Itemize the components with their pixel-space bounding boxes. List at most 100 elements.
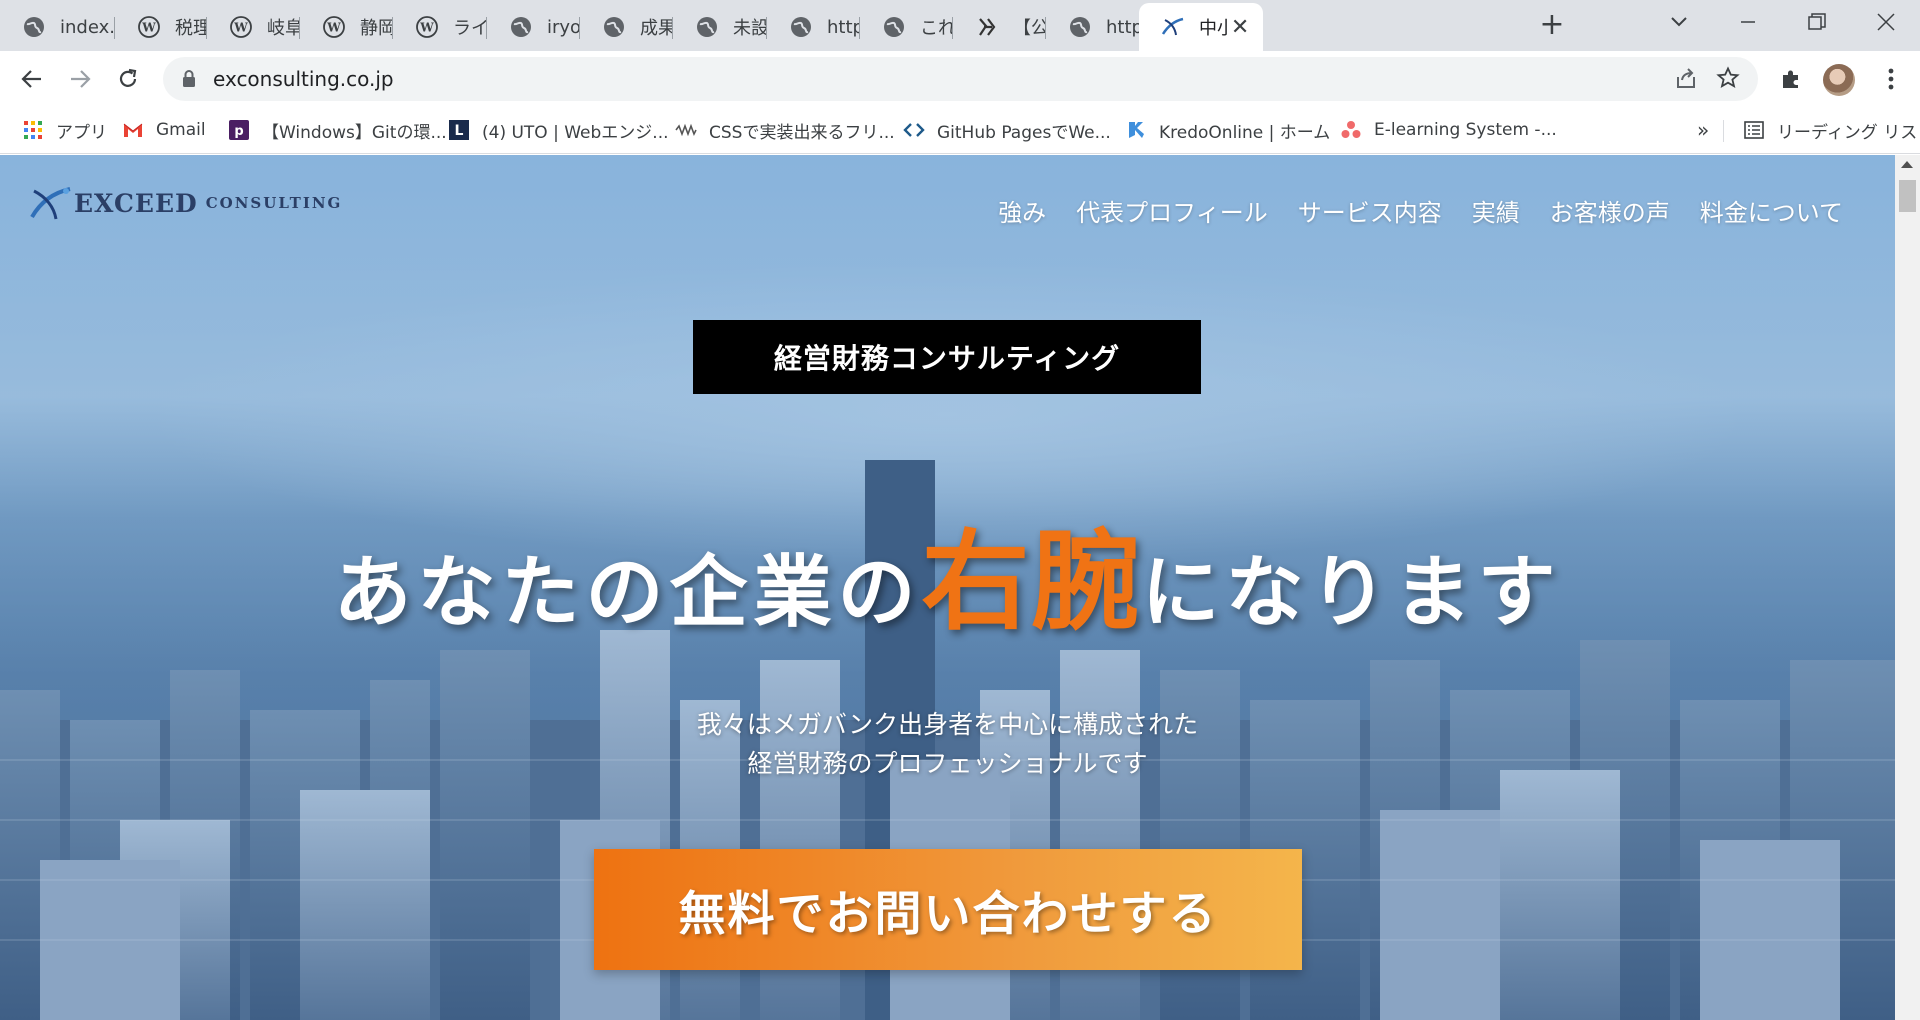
lock-icon[interactable]: [181, 69, 197, 89]
wordpress-icon: W: [229, 15, 253, 39]
close-window-button[interactable]: [1854, 0, 1918, 44]
tab[interactable]: https:/: [767, 3, 860, 51]
tab-title: 静岡助: [360, 18, 393, 39]
bookmark-label: (4) UTO | Webエンジ...: [482, 122, 669, 143]
kebab-menu-icon: [1888, 68, 1894, 90]
l-icon: L: [448, 119, 470, 141]
close-icon: [1877, 13, 1895, 31]
url-text[interactable]: exconsulting.co.jp: [213, 67, 394, 91]
scrollbar-thumb[interactable]: [1899, 180, 1916, 212]
bookmark-item[interactable]: CSSで実装出来るフリ...: [675, 117, 895, 143]
subcopy-line-1: 我々はメガバンク出身者を中心に構成された: [696, 710, 1199, 739]
svg-text:p: p: [234, 124, 243, 139]
new-tab-button[interactable]: +: [1535, 8, 1569, 42]
bookmark-label: CSSで実装出来るフリ...: [709, 122, 895, 143]
close-tab-icon[interactable]: ✕: [1229, 15, 1251, 40]
bookmark-item[interactable]: KredoOnline | ホーム: [1125, 117, 1330, 143]
chevron-down-icon: [1671, 17, 1687, 27]
globe-icon: [695, 15, 719, 39]
nav-services[interactable]: サービス内容: [1298, 193, 1442, 228]
apps-grid-icon: [22, 119, 44, 141]
svg-text:W: W: [326, 21, 341, 35]
headline-prefix: あなたの企業の: [333, 548, 922, 638]
bookmark-item[interactable]: p 【Windows】Gitの環...: [228, 117, 447, 143]
nav-testimonials[interactable]: お客様の声: [1550, 193, 1670, 228]
tab-strip: index.h W 税理士 W 岐阜の W 静岡助 W ライブセ iryohou 成果を 未設定 htt…: [0, 0, 1920, 51]
tab-title: 未設定: [733, 18, 767, 39]
nav-pricing[interactable]: 料金について: [1700, 193, 1843, 228]
subcopy-line-2: 経営財務のプロフェッショナルです: [747, 749, 1148, 778]
tab[interactable]: これから: [860, 3, 953, 51]
svg-text:W: W: [141, 21, 156, 35]
scroll-up-arrow-icon[interactable]: [1901, 161, 1913, 168]
address-bar[interactable]: exconsulting.co.jp: [163, 57, 1758, 101]
wordpress-icon: W: [137, 15, 161, 39]
minimize-icon: [1741, 21, 1755, 23]
bookmarks-overflow-button[interactable]: »: [1697, 117, 1709, 143]
bookmark-item[interactable]: E-learning System -...: [1340, 117, 1557, 143]
minimize-button[interactable]: [1716, 0, 1780, 44]
globe-icon: [882, 15, 906, 39]
tab[interactable]: W 岐阜の: [207, 3, 300, 51]
headline-suffix: になります: [1141, 548, 1562, 638]
tab-search-button[interactable]: [1647, 0, 1711, 44]
share-icon[interactable]: [1674, 67, 1698, 91]
tab[interactable]: iryohou: [487, 3, 580, 51]
bookmarks-bar: アプリ Gmail p 【Windows】Gitの環... L (4) UTO | Web…: [0, 107, 1920, 154]
bookmark-item[interactable]: L (4) UTO | Webエンジ...: [448, 117, 669, 143]
bookmark-label: Gmail: [156, 120, 206, 140]
tab-title: これから: [920, 18, 953, 39]
svg-text:L: L: [455, 123, 464, 139]
tab[interactable]: 成果を: [580, 3, 673, 51]
forward-button[interactable]: [60, 59, 100, 99]
asana-icon: [1340, 119, 1362, 141]
tab[interactable]: 【公式】: [953, 3, 1046, 51]
hero-headline: あなたの企業の右腕になります: [0, 495, 1895, 651]
page-hero: EXCEED CONSULTING 強み 代表プロフィール サービス内容 実績 …: [0, 155, 1895, 1020]
reading-list-icon: [1743, 119, 1765, 141]
restore-icon: [1808, 13, 1826, 30]
contact-cta-button[interactable]: 無料でお問い合わせする: [594, 849, 1302, 970]
tab[interactable]: W 静岡助: [300, 3, 393, 51]
back-button[interactable]: [12, 59, 52, 99]
tab-title: 税理士: [175, 18, 207, 39]
tab[interactable]: https:/: [1046, 3, 1139, 51]
site-logo[interactable]: EXCEED CONSULTING: [26, 183, 342, 223]
headline-accent: 右腕: [921, 520, 1142, 645]
reload-button[interactable]: [108, 59, 148, 99]
restore-button[interactable]: [1785, 0, 1849, 44]
globe-icon: [22, 15, 46, 39]
nav-strengths[interactable]: 強み: [998, 193, 1046, 228]
bookmark-star-icon[interactable]: [1716, 66, 1740, 90]
bookmark-item[interactable]: アプリ: [22, 117, 107, 143]
bookmark-label: アプリ: [56, 122, 107, 143]
tab-active[interactable]: 中小 ✕: [1139, 3, 1263, 51]
tab-title: iryohou: [547, 16, 580, 38]
globe-icon: [602, 15, 626, 39]
page-scrollbar[interactable]: [1895, 155, 1920, 1020]
wordpress-icon: W: [415, 15, 439, 39]
bookmark-label: E-learning System -...: [1374, 120, 1557, 140]
tab[interactable]: W 税理士: [115, 3, 207, 51]
tab-title: 岐阜の: [267, 18, 300, 39]
p-icon: p: [228, 119, 250, 141]
logo-wordmark: EXCEED: [74, 188, 198, 218]
bookmark-item[interactable]: GitHub PagesでWe...: [903, 117, 1111, 143]
bookmark-label: KredoOnline | ホーム: [1159, 122, 1331, 143]
tab[interactable]: index.h: [0, 3, 115, 51]
menu-button[interactable]: [1876, 64, 1906, 94]
tab[interactable]: 未設定: [673, 3, 767, 51]
nav-results[interactable]: 実績: [1472, 193, 1520, 228]
reading-list-button[interactable]: リーディング リスト: [1743, 117, 1920, 143]
tab[interactable]: W ライブセ: [393, 3, 487, 51]
nav-representative-profile[interactable]: 代表プロフィール: [1076, 193, 1268, 228]
svg-text:W: W: [419, 21, 434, 35]
extensions-button[interactable]: [1776, 64, 1806, 94]
exceed-swoosh-icon: [30, 187, 71, 220]
reload-icon: [119, 68, 137, 87]
profile-avatar[interactable]: [1823, 64, 1855, 96]
tab-title: 中小: [1199, 18, 1230, 39]
globe-icon: [1068, 15, 1092, 39]
bookmark-item[interactable]: Gmail: [122, 117, 206, 143]
browser-toolbar: exconsulting.co.jp: [0, 51, 1920, 107]
